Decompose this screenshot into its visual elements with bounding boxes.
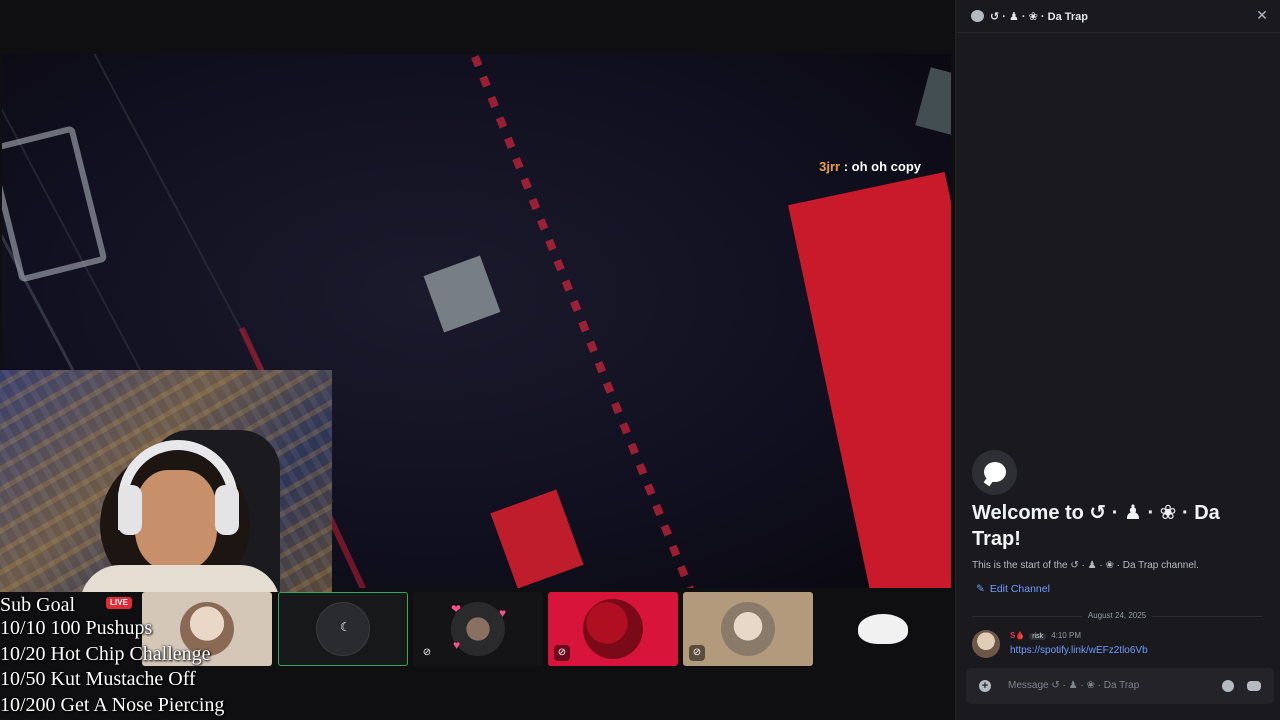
chat-bubble-icon [971,10,984,22]
message-author[interactable]: S🩸 [1010,631,1025,640]
close-icon[interactable]: ✕ [1255,8,1269,22]
pencil-icon: ✎ [976,583,985,595]
headphone-cup [215,485,239,535]
participant-tile[interactable]: ⊘ [683,592,813,666]
sub-goal-overlay: Sub Goal 10/10 100 Pushups 10/20 Hot Chi… [0,594,260,718]
mute-icon: ⊘ [554,645,570,661]
sub-goal-title: Sub Goal [0,594,75,616]
welcome-subtitle: This is the start of the ↺ · ♟ · ❀ · Da … [972,560,1199,571]
participant-tile[interactable] [818,592,948,666]
stream-chat-overlay: 3jrr : oh oh copy [819,159,921,174]
welcome-title: Welcome to ↺ · ♟ · ❀ · Da Trap! [972,502,1220,550]
video-shape [490,489,584,588]
avatar[interactable] [972,630,1000,658]
mute-icon: ⊘ [422,647,432,658]
sub-goal-item: 10/10 100 Pushups [0,617,153,639]
video-shape [915,67,951,141]
add-attachment-icon[interactable]: + [979,680,991,692]
participant-avatar [721,602,775,656]
heart-icon: ♥ [499,606,507,620]
message-input[interactable]: Message ↺ · ♟ · ❀ · Da Trap [1008,668,1208,704]
message-composer: + Message ↺ · ♟ · ❀ · Da Trap [966,668,1274,704]
heart-icon: ❤ [451,602,462,616]
chat-message: S🩸 risk 4:10 PM https://spotify.link/wEFz2… [972,630,1272,660]
emoji-icon[interactable] [1222,680,1234,692]
chat-bubble-icon [972,450,1017,495]
mute-icon: ⊘ [689,645,705,661]
server-tag: risk [1029,633,1047,640]
edit-channel-link[interactable]: ✎ Edit Channel [976,583,1050,595]
chat-panel-header: ↺ · ♟ · ❀ · Da Trap ✕ [956,0,1280,33]
moon-icon: ☾ [340,620,351,634]
participant-avatar [858,614,908,644]
edit-channel-label: Edit Channel [989,583,1050,595]
gamepad-icon[interactable] [1247,681,1261,691]
participant-tile[interactable]: ❤ ♥ ♥ ⊘ [413,592,543,666]
channel-name: ↺ · ♟ · ❀ · Da Trap [990,11,1088,23]
sub-goal-item: 10/20 Hot Chip Challenge [0,642,211,665]
participant-tile[interactable]: ☾ [278,592,408,666]
chat-panel: ↺ · ♟ · ❀ · Da Trap ✕ Welcome to ↺ · ♟ ·… [955,0,1280,720]
stream-area: 3jrr : oh oh copy ☾ ❤ ♥ ♥ ⊘ ⊘ ⊘ LIVE Sub… [0,0,955,720]
sub-goal-item: 10/200 Get A Nose Piercing [0,693,225,716]
message-link[interactable]: https://spotify.link/wEFz2tlo6Vb [1010,645,1148,656]
participant-tile[interactable]: ⊘ [548,592,678,666]
webcam-feed [0,370,332,592]
streamer-shirt [80,565,280,592]
chat-overlay-separator: : [840,159,852,174]
message-meta: S🩸 risk 4:10 PM [1010,631,1081,640]
participant-avatar [583,599,643,659]
video-shape [423,255,501,333]
headphone-cup [118,485,142,535]
sub-goal-item: 10/50 Kut Mustache Off [0,668,196,690]
date-divider: August 24, 2025 [972,611,1262,621]
video-shape [788,171,951,588]
stream-top-bar [0,0,955,54]
heart-icon: ♥ [453,638,461,652]
date-divider-label: August 24, 2025 [1081,611,1153,620]
chat-overlay-user: 3jrr [819,159,841,174]
chat-overlay-message: oh oh copy [851,159,921,174]
message-timestamp: 4:10 PM [1051,631,1081,640]
